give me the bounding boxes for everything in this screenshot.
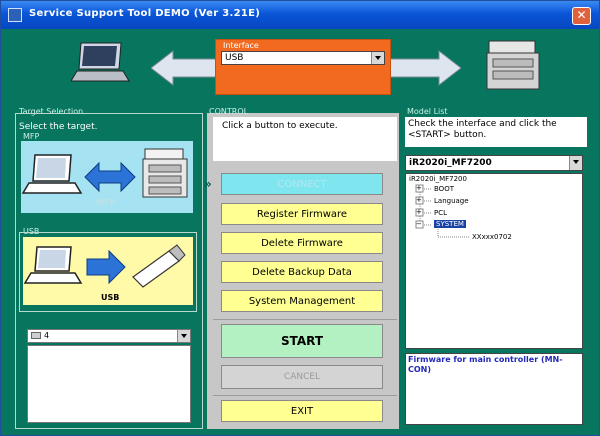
tree-connectors xyxy=(415,184,470,238)
divider xyxy=(213,395,397,396)
collapse-icon[interactable]: − xyxy=(416,220,422,228)
close-button[interactable]: ✕ xyxy=(572,7,591,25)
interface-value: USB xyxy=(225,53,244,63)
chevron-down-icon[interactable] xyxy=(371,52,384,64)
interface-label: Interface xyxy=(223,41,259,50)
delete-firmware-button[interactable]: Delete Firmware xyxy=(221,232,383,254)
cancel-button[interactable]: CANCEL xyxy=(221,365,383,389)
expand-icon[interactable]: + xyxy=(416,196,422,204)
expand-icon[interactable]: + xyxy=(416,184,422,192)
tree-item-pcl[interactable]: PCL xyxy=(434,209,447,217)
mfp-caption: MFP xyxy=(96,198,116,207)
usb-device-dropdown[interactable]: 4 xyxy=(27,329,191,343)
chevron-down-icon[interactable] xyxy=(569,156,582,170)
tree-leaf-firmware[interactable]: XXxxx0702 xyxy=(472,233,512,241)
app-window: Service Support Tool DEMO (Ver 3.21E) ✕ … xyxy=(0,0,600,436)
register-firmware-button[interactable]: Register Firmware xyxy=(221,203,383,225)
connect-button[interactable]: CONNECT xyxy=(221,173,383,195)
delete-backup-data-button[interactable]: Delete Backup Data xyxy=(221,261,383,283)
model-instruction: Check the interface and click the <START… xyxy=(408,119,557,140)
model-dropdown[interactable]: iR2020i_MF7200 xyxy=(405,155,583,171)
interface-dropdown[interactable]: USB xyxy=(221,51,385,65)
title-bar: Service Support Tool DEMO (Ver 3.21E) ✕ xyxy=(1,1,599,29)
model-value: iR2020i_MF7200 xyxy=(409,158,492,168)
usb-device-list[interactable] xyxy=(27,345,191,423)
app-icon xyxy=(8,8,22,22)
start-button[interactable]: START xyxy=(221,324,383,358)
model-tree[interactable]: iR2020i_MF7200 + + + − BOOT Language PCL… xyxy=(405,173,583,349)
laptop-icon xyxy=(71,42,130,82)
system-management-button[interactable]: System Management xyxy=(221,290,383,312)
mfp-group-label: MFP xyxy=(23,132,40,141)
window-title: Service Support Tool DEMO (Ver 3.21E) xyxy=(29,8,261,19)
divider xyxy=(213,319,397,320)
model-group-label: Model List xyxy=(407,107,448,116)
double-chevron-right-icon: » xyxy=(204,177,212,191)
exit-button[interactable]: EXIT xyxy=(221,400,383,422)
copier-icon xyxy=(486,40,540,90)
usb-caption: USB xyxy=(101,293,120,302)
expand-icon[interactable]: + xyxy=(416,208,422,216)
firmware-note: Firmware for main controller (MN-CON) xyxy=(408,355,563,374)
target-instruction: Select the target. xyxy=(19,122,98,132)
drive-icon xyxy=(31,332,41,339)
control-instruction: Click a button to execute. xyxy=(222,121,338,131)
tree-root[interactable]: iR2020i_MF7200 xyxy=(409,175,467,183)
tree-item-language[interactable]: Language xyxy=(434,197,469,205)
usb-device-value: 4 xyxy=(44,331,50,340)
tree-item-system[interactable]: SYSTEM xyxy=(434,220,466,228)
control-group-label: CONTROL xyxy=(209,107,249,116)
tree-item-boot[interactable]: BOOT xyxy=(434,185,454,193)
chevron-down-icon[interactable] xyxy=(177,330,190,342)
